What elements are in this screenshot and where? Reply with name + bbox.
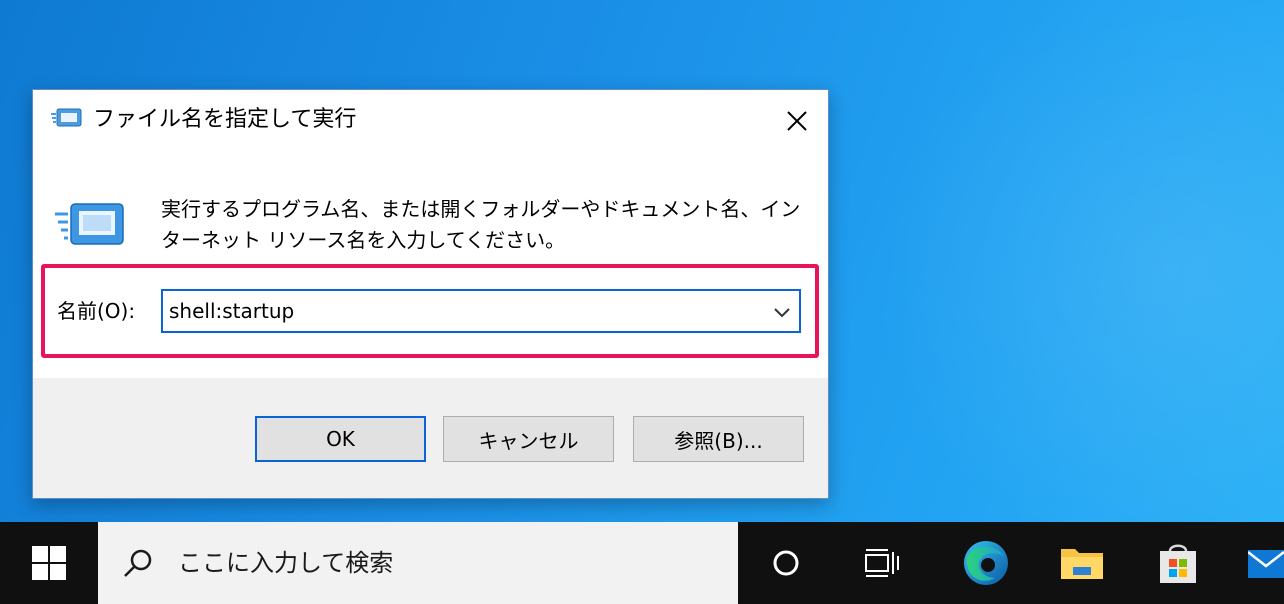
dialog-titlebar[interactable]: ファイル名を指定して実行: [33, 90, 828, 152]
cortana-icon: [773, 550, 799, 576]
task-view-icon: [865, 549, 899, 577]
start-icon: [32, 546, 66, 580]
cortana-button[interactable]: [738, 522, 834, 604]
edge-button[interactable]: [938, 522, 1034, 604]
run-icon: [51, 108, 82, 127]
dialog-body: 実行するプログラム名、または開くフォルダーやドキュメント名、インターネット リソ…: [33, 152, 828, 378]
task-view-button[interactable]: [834, 522, 930, 604]
name-input[interactable]: [169, 295, 749, 327]
mail-icon: [1248, 550, 1284, 578]
dialog-description: 実行するプログラム名、または開くフォルダーやドキュメント名、インターネット リソ…: [161, 197, 801, 252]
start-button[interactable]: [0, 522, 98, 604]
name-combobox[interactable]: [161, 289, 801, 333]
run-program-icon: [55, 203, 124, 245]
chevron-down-icon[interactable]: [771, 301, 793, 323]
name-label: 名前(O):: [57, 299, 136, 323]
edge-icon: [964, 541, 1008, 585]
taskbar-search-box[interactable]: ここに入力して検索: [98, 522, 738, 604]
search-placeholder: ここに入力して検索: [178, 549, 394, 577]
dialog-title: ファイル名を指定して実行: [93, 107, 357, 132]
close-button[interactable]: [766, 90, 828, 152]
file-explorer-icon: [1061, 549, 1103, 579]
file-explorer-button[interactable]: [1034, 522, 1130, 604]
close-icon: [787, 111, 807, 131]
taskbar: ここに入力して検索: [0, 522, 1284, 604]
search-icon: [124, 549, 152, 577]
mail-button[interactable]: [1226, 522, 1284, 604]
ok-button[interactable]: OK: [255, 416, 426, 462]
store-button[interactable]: [1130, 522, 1226, 604]
browse-button[interactable]: 参照(B)...: [633, 416, 804, 462]
run-dialog: ファイル名を指定して実行 実行するプログラム名、または開くフォルダーやドキュメン…: [32, 89, 829, 499]
cancel-button[interactable]: キャンセル: [443, 416, 614, 462]
store-icon: [1160, 544, 1196, 583]
